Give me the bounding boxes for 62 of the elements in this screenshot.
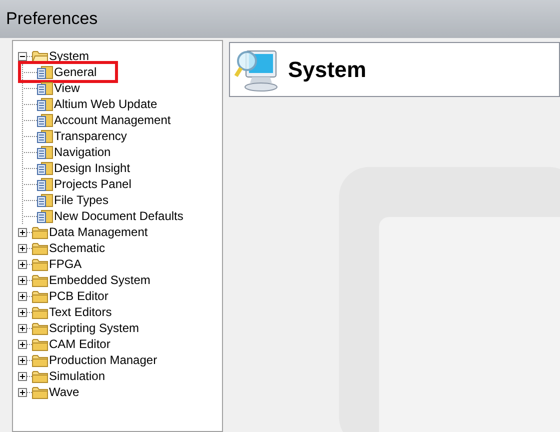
tree-item[interactable]: Schematic — [49, 240, 106, 256]
tree-item[interactable]: Simulation — [49, 368, 106, 384]
tree-item-row[interactable]: Design Insight — [37, 160, 130, 176]
folder-icon — [32, 306, 48, 318]
settings-page-icon — [37, 161, 53, 175]
expand-icon[interactable] — [18, 308, 27, 316]
folder-icon — [32, 258, 48, 270]
settings-page-icon — [37, 129, 53, 143]
tree-item-row[interactable]: Navigation — [37, 144, 111, 160]
tree-item[interactable]: CAM Editor — [49, 336, 110, 352]
window-title: Preferences — [6, 8, 98, 30]
tree-item-row[interactable]: File Types — [37, 192, 108, 208]
expand-icon[interactable] — [18, 388, 27, 396]
expand-icon[interactable] — [18, 340, 27, 348]
tree-item[interactable]: Text Editors — [49, 304, 112, 320]
folder-icon — [32, 290, 48, 302]
expand-icon[interactable] — [18, 228, 27, 236]
folder-icon — [32, 242, 48, 254]
settings-page-icon — [37, 65, 53, 79]
expand-icon[interactable] — [18, 260, 27, 268]
expand-icon[interactable] — [18, 292, 27, 300]
highlighted-tree-item[interactable]: General — [21, 64, 115, 80]
settings-page-icon — [37, 193, 53, 207]
folder-icon — [32, 370, 48, 382]
expand-icon[interactable] — [18, 372, 27, 380]
expand-icon[interactable] — [18, 276, 27, 284]
tree-item[interactable]: FPGA — [49, 256, 82, 272]
folder-icon — [32, 354, 48, 366]
settings-page-icon — [37, 145, 53, 159]
tree-item-row[interactable]: View — [37, 80, 80, 96]
expand-icon[interactable] — [18, 356, 27, 364]
tree-item[interactable]: Design Insight — [54, 160, 130, 176]
tree-item[interactable]: View — [54, 80, 80, 96]
folder-icon — [32, 322, 48, 334]
tree-item[interactable]: Transparency — [54, 128, 127, 144]
folder-icon — [32, 50, 48, 62]
expand-icon[interactable] — [18, 244, 27, 252]
tree-item[interactable]: Embedded System — [49, 272, 150, 288]
settings-page-icon — [37, 97, 53, 111]
folder-icon — [32, 338, 48, 350]
tree-item[interactable]: Navigation — [54, 144, 111, 160]
tree-item[interactable]: General — [54, 64, 97, 80]
settings-page-icon — [37, 177, 53, 191]
tree-item-row[interactable]: Transparency — [37, 128, 127, 144]
tree-item[interactable]: Production Manager — [49, 352, 158, 368]
folder-icon — [32, 226, 48, 238]
settings-page-icon — [37, 81, 53, 95]
collapse-icon[interactable] — [18, 52, 27, 60]
tree-item-row[interactable]: Projects Panel — [37, 176, 132, 192]
folder-icon — [32, 386, 48, 398]
tree-item[interactable]: Wave — [49, 384, 80, 400]
folder-icon — [32, 274, 48, 286]
tree-item[interactable]: Data Management — [49, 224, 148, 240]
page-title: System — [288, 56, 366, 84]
tree-item[interactable]: File Types — [54, 192, 108, 208]
tree-item[interactable]: Scripting System — [49, 320, 140, 336]
settings-page-icon — [37, 113, 53, 127]
tree-item[interactable]: PCB Editor — [49, 288, 108, 304]
tree-item[interactable]: Projects Panel — [54, 176, 132, 192]
expand-icon[interactable] — [18, 324, 27, 332]
tree-item[interactable]: System — [49, 48, 90, 64]
settings-page-icon — [37, 209, 53, 223]
